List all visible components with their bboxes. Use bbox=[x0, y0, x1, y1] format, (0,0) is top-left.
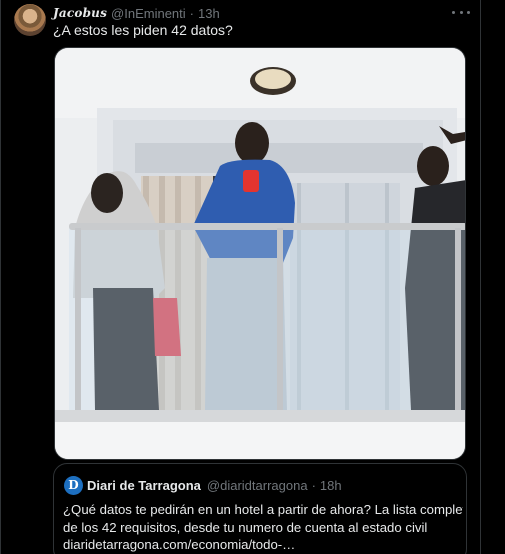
author-handle[interactable]: @InEminenti bbox=[111, 6, 186, 21]
quoted-text-line: de los 42 requisitos, desde tu numero de… bbox=[63, 519, 428, 535]
more-dot bbox=[467, 10, 470, 14]
quoted-account-handle: @diaridtarragona bbox=[206, 477, 308, 493]
author-avatar[interactable] bbox=[14, 4, 46, 36]
tweet-header: Jacobus @InEminenti · 13h bbox=[53, 4, 220, 22]
quoted-text-line: ¿Qué datos te pedirán en un hotel a part… bbox=[63, 502, 463, 517]
quoted-account-name: Diari de Tarragona bbox=[87, 477, 201, 493]
quoted-tweet-card[interactable]: D Diari de Tarragona @diaridtarragona · … bbox=[53, 463, 467, 554]
quoted-link[interactable]: diaridetarragona.com/economia/todo-… bbox=[63, 536, 463, 554]
tweet-photo[interactable] bbox=[54, 47, 466, 460]
tweet-text: ¿A estos les piden 42 datos? bbox=[53, 22, 233, 38]
quoted-tweet-text: ¿Qué datos te pedirán en un hotel a part… bbox=[63, 501, 463, 554]
quoted-account-logo: D bbox=[64, 475, 83, 495]
more-dot bbox=[459, 10, 463, 14]
timeline-right-border bbox=[480, 0, 481, 554]
more-horizontal-icon[interactable] bbox=[452, 5, 470, 19]
hotel-balcony-photo bbox=[55, 48, 465, 459]
header-separator: · bbox=[189, 5, 195, 21]
quoted-tweet-header: D Diari de Tarragona @diaridtarragona · … bbox=[64, 475, 342, 495]
author-display-name[interactable]: Jacobus bbox=[53, 6, 107, 20]
quoted-header-separator: · bbox=[311, 477, 316, 493]
tweet-timestamp[interactable]: 13h bbox=[198, 6, 220, 21]
timeline-left-border bbox=[0, 0, 1, 554]
quoted-tweet-timestamp: 18h bbox=[319, 477, 342, 493]
more-dot bbox=[452, 10, 455, 14]
